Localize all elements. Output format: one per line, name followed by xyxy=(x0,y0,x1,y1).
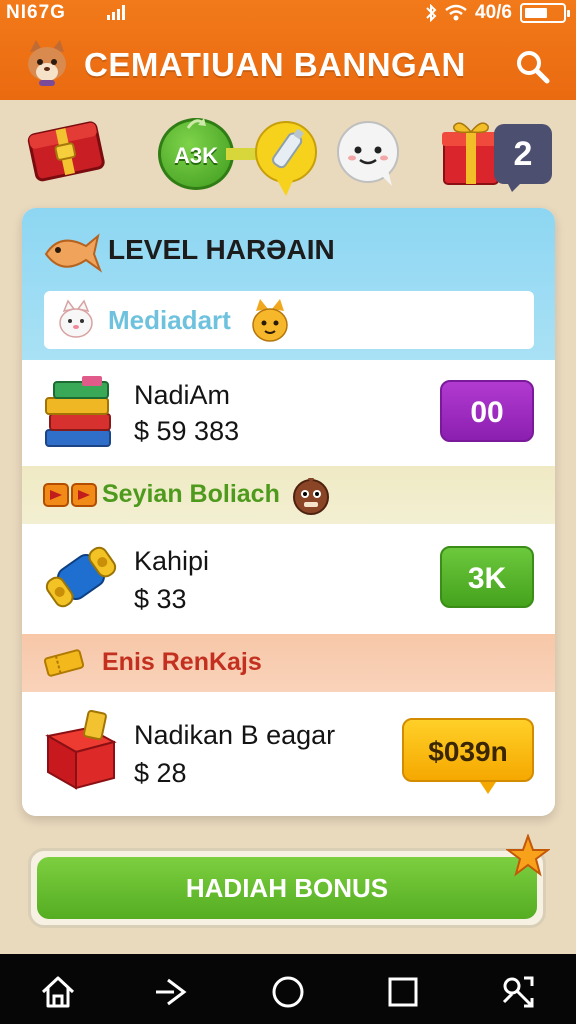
wifi-icon xyxy=(445,4,467,21)
bonus-button[interactable]: HADIAH BONUS xyxy=(37,857,537,919)
treasure-chest-icon[interactable] xyxy=(26,110,110,190)
network-label: 40/6 xyxy=(475,2,512,23)
badge-tail xyxy=(506,180,524,192)
section-3-header: Enis RenKajs xyxy=(22,634,555,692)
sub-label: Mediadart xyxy=(108,305,231,335)
item-row-3: Nadikan B eagar $ 28 $039n xyxy=(22,692,555,816)
bottle-bubble-icon[interactable] xyxy=(252,120,320,198)
coins-pill-text: A3K xyxy=(173,143,218,168)
section-3-label: Enis RenKajs xyxy=(102,648,262,676)
recent-apps-icon[interactable] xyxy=(383,972,423,1012)
bonus-button-frame: HADIAH BONUS xyxy=(28,848,546,928)
search-icon[interactable] xyxy=(512,46,552,86)
red-gift-box-icon xyxy=(45,709,117,790)
brown-creature-icon xyxy=(293,478,329,515)
accessibility-icon[interactable] xyxy=(498,972,538,1012)
video-badge-icon xyxy=(43,483,97,507)
forward-arrow-icon[interactable] xyxy=(152,972,192,1012)
yellow-cat-icon xyxy=(252,299,288,342)
app-header: CEMATIUAN BANNGAN xyxy=(0,30,576,100)
cat-mascot-icon xyxy=(28,40,66,86)
item-row-2: Kahipi $ 33 3K xyxy=(22,524,555,634)
white-cat-icon xyxy=(59,299,93,338)
button-tail xyxy=(480,782,496,794)
carrier-label: NI67G xyxy=(6,2,66,23)
level-title: LEVEL HARƏAIN xyxy=(108,234,335,265)
books-stack-icon xyxy=(45,376,111,447)
fish-icon xyxy=(44,233,102,273)
item-1-buy-button[interactable]: 00 xyxy=(440,380,534,442)
ticket-icon xyxy=(44,649,84,677)
item-name: NadiAm xyxy=(134,380,231,410)
system-nav-bar xyxy=(0,954,576,1024)
item-name: Nadikan B eagar xyxy=(134,720,336,750)
notification-badge[interactable]: 2 xyxy=(494,124,552,184)
item-name: Kahipi xyxy=(134,546,210,576)
home-icon[interactable] xyxy=(38,972,78,1012)
app-title: CEMATIUAN BANNGAN xyxy=(84,46,466,83)
item-row-1: NadiAm $ 59 383 00 xyxy=(22,360,555,466)
refresh-arrow-icon xyxy=(186,118,206,129)
level-header: LEVEL HARƏAIN Mediadart xyxy=(22,208,555,360)
sub-header-box[interactable]: Mediadart xyxy=(44,291,534,349)
battery-icon xyxy=(520,3,570,23)
section-2-header: Seyian Boliach xyxy=(22,466,555,524)
status-bar: NI67G 40/6 xyxy=(0,0,576,26)
item-2-buy-button[interactable]: 3K xyxy=(440,546,534,608)
item-price: $ 28 xyxy=(134,758,187,788)
scroll-capsule-icon xyxy=(45,546,117,608)
item-price: $ 59 383 xyxy=(134,416,240,446)
ghost-face-icon[interactable] xyxy=(334,120,402,188)
item-3-buy-button[interactable]: $039n xyxy=(402,718,534,782)
item-price: $ 33 xyxy=(134,584,187,614)
signal-icon xyxy=(107,4,125,20)
status-right: 40/6 xyxy=(425,2,570,24)
bluetooth-icon xyxy=(426,4,437,22)
circle-home-icon[interactable] xyxy=(268,972,308,1012)
section-2-label: Seyian Boliach xyxy=(102,480,280,508)
star-icon xyxy=(506,834,550,877)
level-card: LEVEL HARƏAIN Mediadart NadiAm $ 59 383 … xyxy=(22,208,555,816)
